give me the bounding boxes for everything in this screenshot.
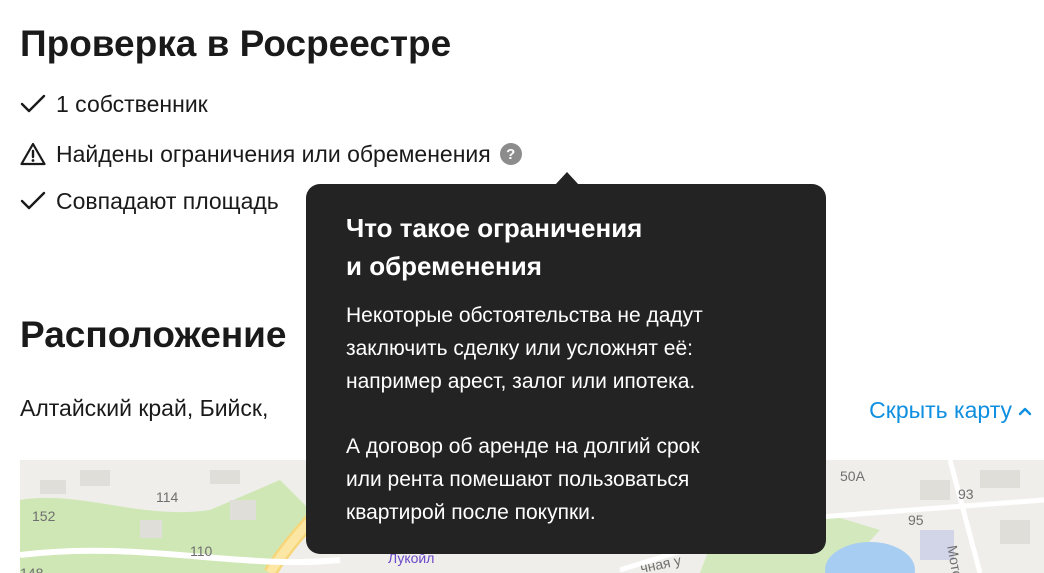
restrictions-tooltip: Что такое ограничения и обременения Неко… xyxy=(306,172,826,554)
warning-icon xyxy=(20,140,48,168)
rosreestr-title: Проверка в Росреестре xyxy=(20,23,452,64)
map-label: 148 xyxy=(20,565,44,573)
rosreestr-item-owners: 1 собственник xyxy=(20,89,208,119)
tooltip-text-line: например арест, залог или ипотека. xyxy=(346,370,696,393)
rosreestr-item-label: Совпадают площадь xyxy=(56,187,279,214)
map-label: 95 xyxy=(908,512,924,528)
hide-map-label: Скрыть карту xyxy=(869,397,1012,423)
tooltip-text-line: заключить сделку или усложнят её: xyxy=(346,337,693,360)
tooltip-text-line: Некоторые обстоятельства не дадут xyxy=(346,304,703,327)
map-label: 152 xyxy=(32,508,56,524)
map-label: 93 xyxy=(958,486,974,502)
chevron-up-icon xyxy=(1018,406,1032,416)
tooltip-text-line: или рента помешают пользоваться xyxy=(346,468,690,491)
tooltip-title: Что такое ограничения и обременения xyxy=(346,209,786,285)
tooltip-title-line: Что такое ограничения xyxy=(346,213,643,243)
tooltip-paragraph-2: А договор об аренде на долгий срок или р… xyxy=(346,430,786,529)
map-label: 114 xyxy=(156,489,179,505)
address-text: Алтайский край, Бийск, xyxy=(20,395,269,421)
tooltip-title-line: и обременения xyxy=(346,251,542,281)
tooltip-text-line: квартирой после покупки. xyxy=(346,501,596,524)
map-label: 50A xyxy=(840,468,865,484)
checkmark-icon xyxy=(20,187,48,215)
page: Проверка в Росреестре 1 собственник Найд… xyxy=(0,0,1044,573)
map-label: 110 xyxy=(190,543,213,559)
rosreestr-item-area: Совпадают площадь xyxy=(20,186,279,216)
rosreestr-item-label: Найдены ограничения или обременения xyxy=(56,140,491,167)
location-title: Расположение xyxy=(20,314,287,355)
rosreestr-item-restrictions: Найдены ограничения или обременения ? xyxy=(20,139,522,169)
tooltip-text-line: А договор об аренде на долгий срок xyxy=(346,435,700,458)
checkmark-icon xyxy=(20,90,48,118)
hide-map-link[interactable]: Скрыть карту xyxy=(869,397,1032,424)
rosreestr-item-label: 1 собственник xyxy=(56,90,208,117)
tooltip-arrow xyxy=(555,172,579,185)
help-question-icon[interactable]: ? xyxy=(499,143,522,165)
tooltip-paragraph-1: Некоторые обстоятельства не дадут заключ… xyxy=(346,299,786,398)
